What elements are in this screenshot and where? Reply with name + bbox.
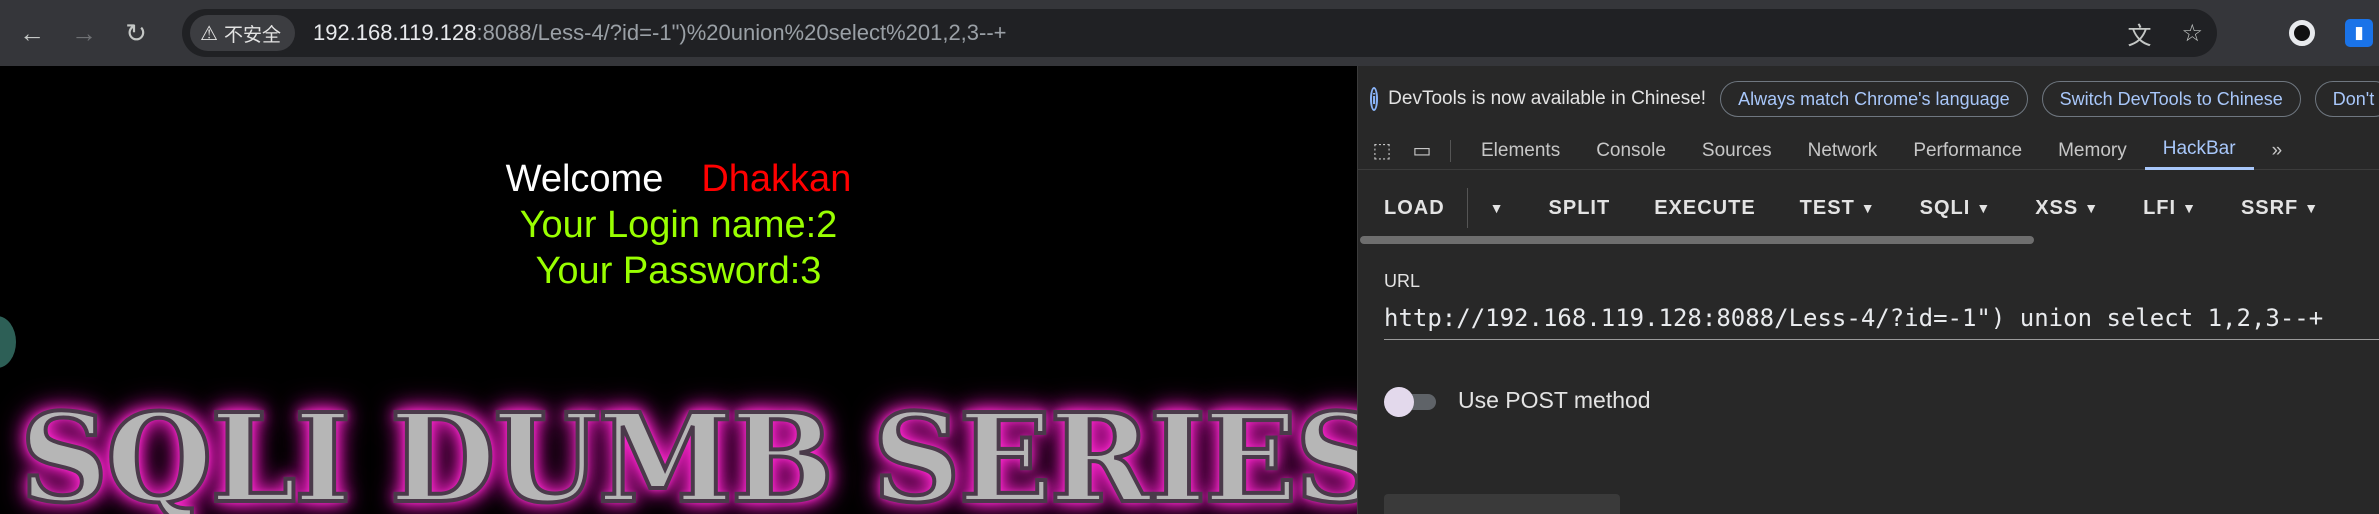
load-button[interactable]: LOAD	[1362, 197, 1467, 220]
test-label: TEST	[1799, 196, 1855, 219]
translate-icon[interactable]: 文	[2127, 16, 2151, 51]
login-name-text: Your Login name:2	[519, 204, 838, 246]
load-dropdown-icon[interactable]: ▼	[1468, 200, 1527, 216]
tab-performance[interactable]: Performance	[1895, 132, 2040, 170]
ssrf-menu-button[interactable]: SSRF ▼	[2219, 197, 2341, 220]
tab-sources[interactable]: Sources	[1684, 132, 1790, 170]
web-page: Welcome Dhakkan Your Login name:2 Your Pa…	[0, 66, 1357, 514]
tab-console[interactable]: Console	[1578, 132, 1684, 170]
password-text: Your Password:3	[535, 250, 822, 292]
url-label: URL	[1384, 271, 1421, 291]
lfi-menu-button[interactable]: LFI ▼	[2121, 197, 2219, 220]
forward-icon[interactable]: →	[64, 13, 104, 53]
hackbar-action-button[interactable]	[1384, 494, 1620, 514]
url-textarea[interactable]: http://192.168.119.128:8088/Less-4/?id=-…	[1384, 296, 2379, 340]
url-host: 192.168.119.128	[312, 20, 477, 45]
chevron-down-icon: ▼	[2084, 200, 2100, 216]
extension-circle-icon[interactable]	[2289, 20, 2315, 46]
chevron-down-icon: ▼	[2182, 200, 2197, 216]
hackbar-toolbar: LOAD ▼ SPLIT EXECUTE TEST ▼ SQLI ▼ XSS ▼ LF…	[1358, 170, 2379, 246]
more-tabs-icon[interactable]: »	[2254, 132, 2301, 170]
test-menu-button[interactable]: TEST ▼	[1778, 197, 1898, 220]
security-label: 不安全	[223, 24, 281, 46]
xss-menu-button[interactable]: XSS ▼	[2013, 197, 2121, 220]
tab-memory[interactable]: Memory	[2040, 132, 2145, 170]
devtools-panel: i DevTools is now available in Chinese! …	[1357, 66, 2379, 514]
xss-label: XSS	[2035, 196, 2079, 219]
toggle-knob	[1384, 387, 1414, 417]
devtools-tabbar: ⬚ ▭ Elements Console Sources Network Per…	[1358, 132, 2379, 170]
switch-language-button[interactable]: Switch DevTools to Chinese	[2041, 81, 2301, 117]
devtools-infobar: i DevTools is now available in Chinese! …	[1358, 66, 2379, 132]
post-method-label: Use POST method	[1458, 387, 1651, 413]
welcome-text: Welcome	[505, 158, 664, 200]
chevron-down-icon: ▼	[1860, 200, 1876, 216]
sqli-menu-button[interactable]: SQLI ▼	[1898, 197, 2014, 220]
url-path: :8088/Less-4/?id=-1")%20union%20select%2…	[476, 20, 1007, 45]
browser-toolbar: ← → ↻ ⚠ 不安全 192.168.119.128:8088/Less-4/…	[0, 0, 2379, 66]
security-chip[interactable]: ⚠ 不安全	[190, 15, 295, 51]
sqli-banner: SQLI DUMB SERIES	[18, 384, 1357, 514]
tab-network[interactable]: Network	[1790, 132, 1896, 170]
chevron-down-icon: ▼	[2304, 200, 2320, 216]
lfi-label: LFI	[2143, 196, 2177, 219]
back-icon[interactable]: ←	[12, 13, 52, 53]
extension-shield-icon[interactable]: ▮	[2345, 19, 2373, 47]
welcome-line: Welcome Dhakkan	[0, 158, 1357, 201]
bookmark-star-icon[interactable]: ☆	[2181, 19, 2203, 48]
tab-divider	[1450, 139, 1451, 162]
dhakkan-text: Dhakkan	[701, 158, 852, 200]
horizontal-scrollbar[interactable]	[1360, 236, 2034, 244]
sqli-label: SQLI	[1919, 196, 1971, 219]
execute-button[interactable]: EXECUTE	[1632, 197, 1777, 220]
post-method-toggle[interactable]	[1384, 386, 1436, 417]
address-bar[interactable]: ⚠ 不安全 192.168.119.128:8088/Less-4/?id=-1…	[182, 9, 2217, 57]
inspect-element-icon[interactable]: ⬚	[1366, 135, 1398, 167]
tab-hackbar[interactable]: HackBar	[2144, 132, 2254, 170]
match-language-button[interactable]: Always match Chrome's language	[1720, 81, 2028, 117]
tab-elements[interactable]: Elements	[1463, 132, 1578, 170]
device-toolbar-icon[interactable]: ▭	[1406, 135, 1438, 167]
url-text[interactable]: 192.168.119.128:8088/Less-4/?id=-1")%20u…	[313, 20, 1007, 46]
ssrf-label: SSRF	[2240, 196, 2299, 219]
info-message: DevTools is now available in Chinese!	[1388, 88, 1707, 109]
reload-icon[interactable]: ↻	[116, 13, 156, 53]
info-icon: i	[1370, 87, 1379, 111]
split-button[interactable]: SPLIT	[1527, 197, 1633, 220]
warning-icon: ⚠	[200, 22, 218, 45]
chevron-down-icon: ▼	[1976, 200, 1992, 216]
side-indicator	[0, 316, 16, 368]
dont-show-button[interactable]: Don't	[2314, 81, 2379, 117]
